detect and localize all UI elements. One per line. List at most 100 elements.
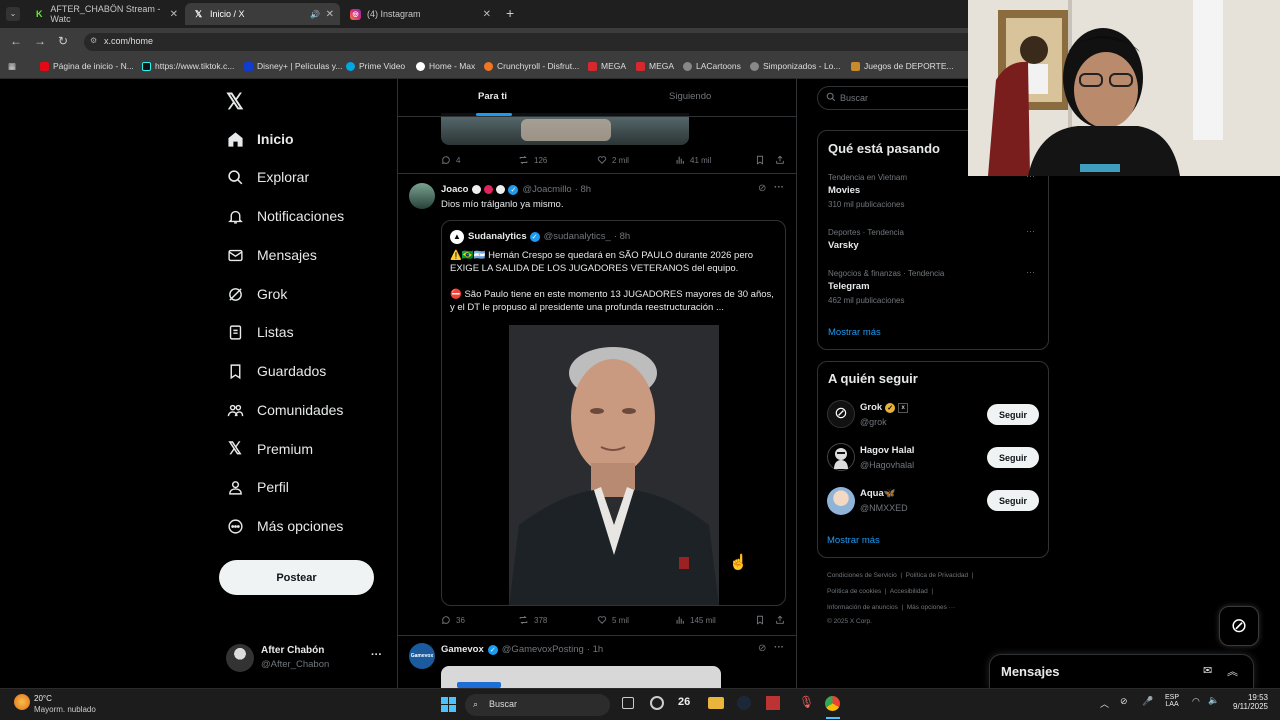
footer-link[interactable]: Política de Privacidad	[906, 572, 969, 579]
weather-icon[interactable]	[14, 694, 30, 710]
tab-siguiendo[interactable]: Siguiendo	[669, 91, 711, 102]
new-tab-button[interactable]: +	[506, 5, 514, 21]
more-icon[interactable]: ···	[774, 642, 784, 653]
footer-link[interactable]: Información de anuncios	[827, 604, 898, 611]
nav-comunidades[interactable]: Comunidades	[226, 401, 343, 419]
follow-button[interactable]: Seguir	[987, 404, 1039, 425]
author-handle[interactable]: @GamevoxPosting	[502, 644, 584, 655]
clock[interactable]: 19:53 9/11/2025	[1226, 693, 1268, 711]
share-button[interactable]	[775, 615, 790, 625]
grok-floating-button[interactable]: ⊘	[1219, 606, 1259, 646]
more-icon[interactable]: ···	[1026, 267, 1035, 277]
app-icon[interactable]	[766, 696, 780, 710]
microphone-icon[interactable]: 🎤	[1142, 696, 1153, 707]
footer-link[interactable]: Política de cookies	[827, 588, 881, 595]
bookmark-simponizados[interactable]: Simponizados - Lo...	[750, 61, 840, 71]
nav-inicio[interactable]: Inicio	[226, 130, 294, 148]
x-logo-icon[interactable]: 𝕏	[226, 89, 244, 115]
post-time[interactable]: · 1h	[587, 644, 603, 655]
author-handle[interactable]: @Joacmillo	[522, 184, 571, 195]
network-off-icon[interactable]: ⊘	[1120, 696, 1128, 707]
follow-button[interactable]: Seguir	[987, 447, 1039, 468]
nav-listas[interactable]: Listas	[226, 323, 294, 341]
repost-button[interactable]: 126	[518, 155, 547, 165]
like-button[interactable]: 2 mil	[597, 155, 629, 165]
nav-premium[interactable]: 𝕏 Premium	[226, 439, 313, 458]
more-icon[interactable]: ···	[371, 649, 382, 661]
trend-item[interactable]: Tendencia en Vietnam Movies 310 mil publ…	[818, 171, 1048, 211]
bookmark-disney[interactable]: Disney+ | Películas y...	[244, 61, 342, 71]
avatar[interactable]	[827, 443, 855, 471]
footer-link[interactable]: Condiciones de Servicio	[827, 572, 897, 579]
nav-guardados[interactable]: Guardados	[226, 362, 326, 380]
app-icon[interactable]	[650, 696, 664, 710]
weather-temp[interactable]: 20°C	[34, 694, 52, 703]
forward-arrow-icon[interactable]: →	[34, 34, 46, 48]
like-button[interactable]: 5 mil	[597, 615, 629, 625]
nav-perfil[interactable]: Perfil	[226, 478, 289, 496]
tab-search-button[interactable]: ⌄	[6, 7, 20, 21]
app-26-icon[interactable]: 26	[678, 696, 690, 708]
views-button[interactable]: 41 mil	[675, 155, 711, 165]
bookmark-crunchyroll[interactable]: Crunchyroll - Disfrut...	[484, 61, 579, 71]
footer-link[interactable]: Accesibilidad	[890, 588, 928, 595]
views-button[interactable]: 145 mil	[675, 615, 716, 625]
search-input[interactable]: Buscar	[817, 86, 977, 110]
bookmark-mega-2[interactable]: MEGA	[636, 61, 674, 71]
previous-post-image[interactable]	[441, 113, 689, 145]
avatar[interactable]	[409, 183, 435, 209]
show-more-link[interactable]: Mostrar más	[828, 327, 881, 338]
quoted-post[interactable]: ▲ Sudanalytics ✓ @sudanalytics_ · 8h ⚠️🇧…	[441, 220, 786, 606]
follow-button[interactable]: Seguir	[987, 490, 1039, 511]
share-button[interactable]	[775, 155, 790, 165]
reply-button[interactable]: 4	[441, 155, 460, 165]
tab-instagram[interactable]: ◎ (4) Instagram ✕	[342, 3, 497, 25]
nav-explorar[interactable]: Explorar	[226, 168, 309, 186]
account-name[interactable]: Hagov Halal	[860, 445, 914, 456]
new-message-icon[interactable]: ✉	[1203, 664, 1212, 677]
wifi-icon[interactable]: ◠	[1192, 696, 1200, 707]
quote-photo[interactable]	[509, 325, 719, 605]
author-name[interactable]: Joaco	[441, 184, 468, 195]
footer-link[interactable]: Más opciones ···	[907, 604, 955, 611]
bookmark-max[interactable]: Home - Max	[416, 61, 475, 71]
trend-item[interactable]: Negocios & finanzas · Tendencia Telegram…	[818, 267, 1048, 307]
avatar[interactable]	[827, 487, 855, 515]
nav-notificaciones[interactable]: Notificaciones	[226, 207, 344, 225]
weather-desc[interactable]: Mayorm. nublado	[34, 705, 96, 714]
close-icon[interactable]: ✕	[326, 9, 334, 20]
url-field[interactable]: ⚙ x.com/home	[84, 33, 974, 51]
more-icon[interactable]: ···	[1026, 226, 1035, 236]
apps-grid-icon[interactable]: ▦	[8, 61, 16, 72]
more-icon[interactable]: ···	[774, 182, 784, 193]
author-name[interactable]: Gamevox	[441, 644, 484, 655]
trend-item[interactable]: Deportes · Tendencia Varsky ···	[818, 226, 1048, 256]
bookmark-tiktok[interactable]: https://www.tiktok.c...	[142, 61, 234, 71]
site-info-icon[interactable]: ⚙	[90, 36, 97, 45]
reload-icon[interactable]: ↻	[58, 34, 68, 48]
grok-icon[interactable]: ⊘	[758, 183, 766, 194]
tab-stream[interactable]: K AFTER_CHABÖN Stream - Watc ✕	[26, 3, 184, 25]
show-more-link[interactable]: Mostrar más	[827, 535, 880, 546]
reply-button[interactable]: 36	[441, 615, 465, 625]
tab-para-ti[interactable]: Para ti	[478, 91, 507, 102]
bookmark-button[interactable]	[755, 155, 770, 165]
language-indicator[interactable]: ESP LAA	[1165, 694, 1179, 708]
avatar[interactable]: ⊘	[827, 400, 855, 428]
post-time[interactable]: · 8h	[575, 184, 591, 195]
task-view-icon[interactable]	[622, 697, 634, 709]
nav-mas-opciones[interactable]: Más opciones	[226, 517, 343, 535]
grok-icon[interactable]: ⊘	[758, 643, 766, 654]
bookmark-button[interactable]	[755, 615, 770, 625]
messages-dock[interactable]: Mensajes ✉ ︽	[989, 654, 1254, 688]
folder-icon[interactable]	[708, 697, 724, 709]
bookmark-prime[interactable]: Prime Video	[346, 61, 405, 71]
nav-grok[interactable]: Grok	[226, 285, 287, 303]
bookmark-juegos[interactable]: Juegos de DEPORTE...	[851, 61, 954, 71]
close-icon[interactable]: ✕	[483, 9, 491, 20]
volume-icon[interactable]: 🔈	[1208, 695, 1219, 706]
account-switcher[interactable]: After Chabón @After_Chabon ···	[226, 643, 386, 675]
steam-icon[interactable]	[737, 696, 751, 710]
bookmark-mega-1[interactable]: MEGA	[588, 61, 626, 71]
repost-button[interactable]: 378	[518, 615, 547, 625]
